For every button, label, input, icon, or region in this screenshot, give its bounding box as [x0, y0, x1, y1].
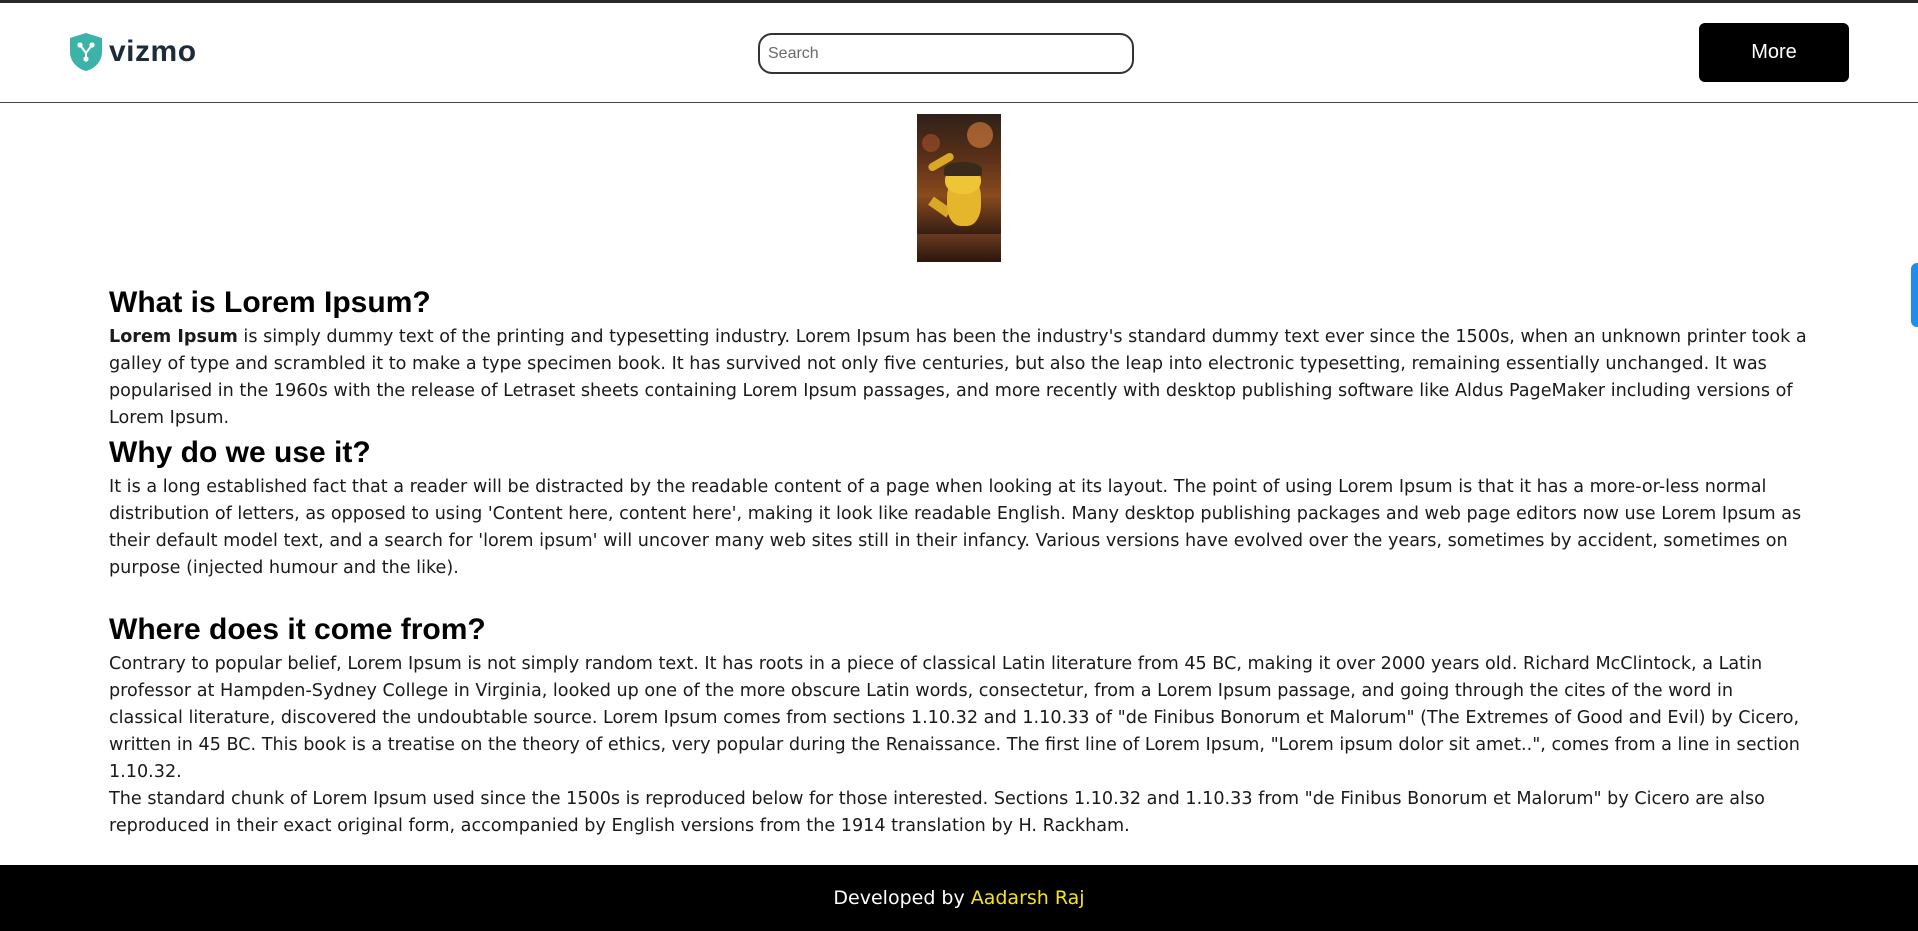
footer-author-link[interactable]: Aadarsh Raj — [971, 887, 1085, 909]
footer-prefix: Developed by — [833, 887, 965, 909]
section-heading-why: Why do we use it? — [109, 436, 371, 469]
section-text-where-2: The standard chunk of Lorem Ipsum used s… — [109, 789, 1765, 836]
section-text-what: Lorem Ipsum is simply dummy text of the … — [109, 327, 1807, 428]
hero-image — [917, 114, 1001, 262]
article-content: What is Lorem Ipsum? Lorem Ipsum is simp… — [109, 282, 1809, 840]
section-text-where: Contrary to popular belief, Lorem Ipsum … — [109, 654, 1800, 782]
brand-logo[interactable]: vizmo — [68, 32, 197, 72]
section-heading-where: Where does it come from? — [109, 613, 486, 646]
site-header: vizmo More — [0, 3, 1918, 103]
lead-bold-text: Lorem Ipsum — [109, 327, 238, 347]
more-button[interactable]: More — [1699, 23, 1849, 82]
brand-name: vizmo — [109, 35, 197, 68]
side-tab-handle[interactable] — [1911, 263, 1918, 327]
site-footer: Developed by Aadarsh Raj — [0, 865, 1918, 931]
search-input[interactable] — [758, 33, 1134, 74]
section-text-why: It is a long established fact that a rea… — [109, 477, 1802, 578]
vizmo-shield-icon — [70, 33, 102, 71]
section-heading-what: What is Lorem Ipsum? — [109, 286, 431, 319]
